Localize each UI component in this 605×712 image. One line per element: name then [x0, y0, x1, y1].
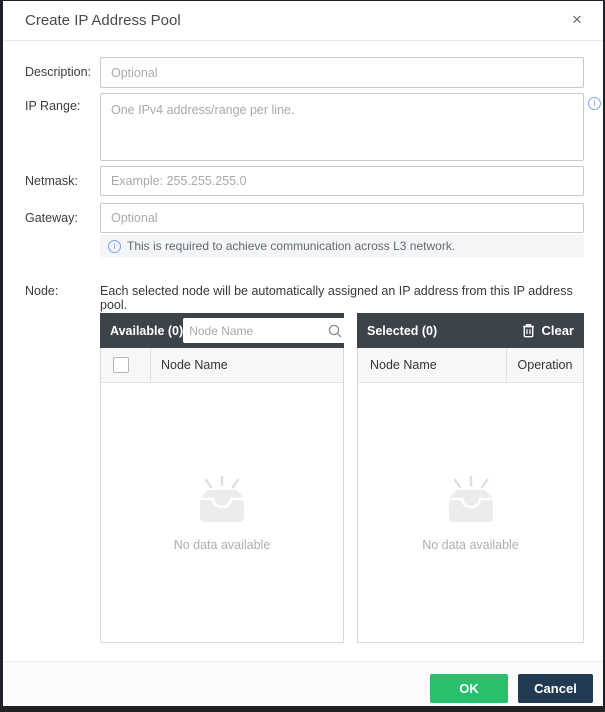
available-panel: Available (0) Node Name No dat	[100, 313, 344, 643]
gateway-label: Gateway:	[25, 211, 78, 225]
ip-range-textarea[interactable]	[100, 93, 584, 161]
gateway-input[interactable]	[100, 203, 584, 233]
trash-icon	[522, 323, 535, 338]
modal-overlay: Create IP Address Pool × Description: IP…	[0, 0, 605, 712]
selected-col-operation: Operation	[506, 358, 584, 372]
selected-table-header: Node Name Operation	[358, 348, 583, 383]
available-empty-state: No data available	[101, 383, 343, 642]
note-info-icon: i	[108, 240, 121, 253]
selected-panel: Selected (0) Clear Node Name Operation	[357, 313, 584, 643]
available-col-node-name: Node Name	[161, 358, 228, 372]
description-input[interactable]	[100, 57, 584, 88]
available-table-header: Node Name	[101, 348, 343, 383]
empty-box-icon	[191, 474, 253, 526]
dialog-title: Create IP Address Pool	[25, 12, 181, 29]
ip-range-label: IP Range:	[25, 99, 80, 113]
netmask-label: Netmask:	[25, 174, 78, 188]
gateway-note-text: This is required to achieve communicatio…	[127, 239, 455, 253]
search-icon[interactable]	[327, 323, 343, 339]
node-search-input[interactable]	[189, 324, 327, 338]
selected-panel-header: Selected (0) Clear	[357, 313, 584, 348]
node-label: Node:	[25, 284, 58, 298]
selected-empty-text: No data available	[422, 538, 519, 552]
clear-label: Clear	[541, 323, 574, 338]
close-icon[interactable]: ×	[566, 9, 588, 31]
select-all-checkbox[interactable]	[113, 357, 129, 373]
available-count-label: Available (0)	[110, 324, 183, 338]
selected-count-label: Selected (0)	[367, 324, 437, 338]
netmask-input[interactable]	[100, 166, 584, 196]
selected-col-node-name: Node Name	[370, 358, 437, 372]
node-description: Each selected node will be automatically…	[100, 284, 584, 312]
empty-box-icon	[440, 474, 502, 526]
dialog-header: Create IP Address Pool ×	[3, 1, 603, 41]
clear-button[interactable]: Clear	[522, 323, 574, 338]
selected-empty-state: No data available	[358, 383, 583, 642]
ip-range-info-icon[interactable]: i	[588, 97, 601, 110]
ok-button[interactable]: OK	[430, 674, 508, 703]
available-panel-header: Available (0)	[100, 313, 344, 348]
gateway-note: i This is required to achieve communicat…	[100, 235, 584, 257]
node-search-box	[183, 318, 349, 343]
description-label: Description:	[25, 65, 91, 79]
column-divider	[150, 348, 151, 382]
available-empty-text: No data available	[174, 538, 271, 552]
cancel-button[interactable]: Cancel	[518, 674, 593, 703]
dialog-footer: OK Cancel	[3, 661, 603, 706]
